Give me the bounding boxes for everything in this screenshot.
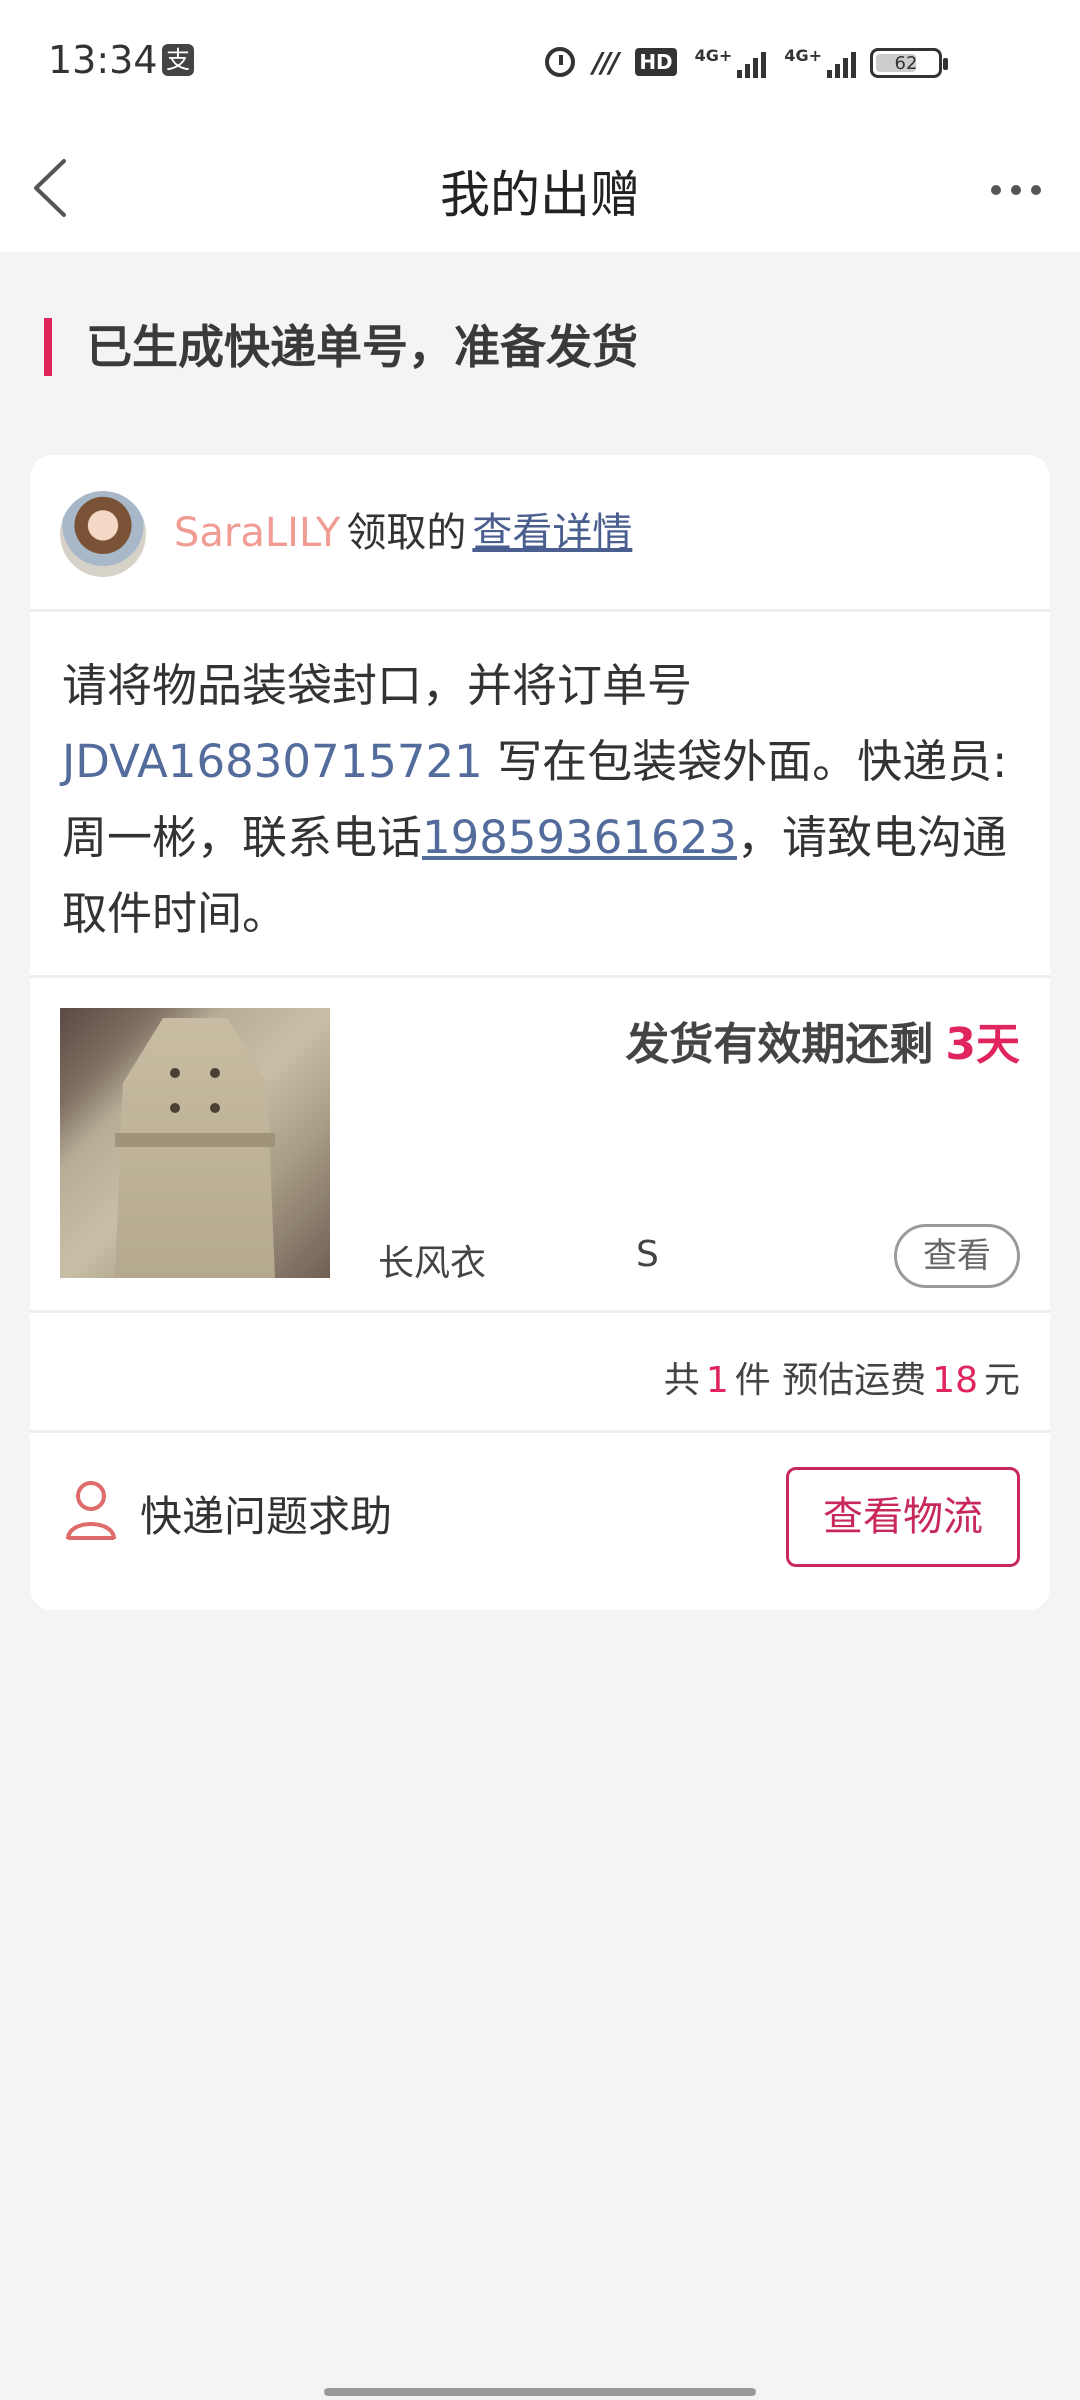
order-number: JDVA16830715721 <box>62 735 483 788</box>
signal-icon-1: 4G+ <box>695 46 767 78</box>
summary-fee-unit: 元 <box>983 1360 1020 1401</box>
receiver-line: SaraLILY 领取的 查看详情 <box>174 505 632 561</box>
alipay-icon: 支 <box>162 44 194 76</box>
receiver-row: SaraLILY 领取的 查看详情 <box>30 455 1050 612</box>
deadline-label: 发货有效期还剩 <box>625 1019 934 1070</box>
view-details-link[interactable]: 查看详情 <box>472 510 632 556</box>
status-bar: 13:34 支 /// HD 4G+ 4G+ 62 <box>0 0 1080 125</box>
help-row: 快递问题求助 查看物流 <box>30 1433 1050 1610</box>
item-name: 长风衣 <box>378 1243 487 1284</box>
receiver-username[interactable]: SaraLILY <box>174 510 340 556</box>
received-text: 领取的 <box>346 510 467 556</box>
summary-row: 共1件 预估运费 18 元 <box>30 1313 1050 1433</box>
page-title: 我的出赠 <box>440 166 640 224</box>
shipping-status-title: 已生成快递单号，准备发货 <box>44 318 638 376</box>
courier-phone-link[interactable]: 19859361623 <box>422 811 737 864</box>
avatar[interactable] <box>60 491 146 577</box>
shipping-deadline: 发货有效期还剩 3天 <box>625 1008 1020 1072</box>
network-type-label: 4G+ <box>694 46 733 65</box>
view-logistics-button[interactable]: 查看物流 <box>786 1467 1020 1567</box>
item-count: 1 <box>705 1360 729 1401</box>
donation-card: SaraLILY 领取的 查看详情 请将物品装袋封口，并将订单号 JDVA16830… <box>30 455 1050 1610</box>
signal-icon-2: 4G+ <box>784 46 856 78</box>
item-row: 发货有效期还剩 3天 长风衣 S 查看 <box>30 978 1050 1313</box>
summary-line: 共1件 预估运费 18 元 <box>664 1351 1020 1403</box>
person-icon <box>66 1481 116 1540</box>
item-size: S <box>636 1234 659 1275</box>
status-time: 13:34 <box>48 38 158 82</box>
battery-level: 62 <box>894 53 918 74</box>
deadline-days: 3天 <box>945 1019 1020 1070</box>
summary-prefix: 共 <box>663 1360 700 1401</box>
summary-count-unit: 件 预估运费 <box>734 1360 927 1401</box>
instruction-text: 请将物品装袋封口，并将订单号 <box>62 659 693 712</box>
more-icon <box>991 185 1041 195</box>
nfc-icon: /// <box>592 45 620 79</box>
item-image[interactable] <box>60 1008 330 1278</box>
more-button[interactable] <box>986 175 1046 205</box>
network-type-label: 4G+ <box>784 46 822 65</box>
battery-icon: 62 <box>870 48 948 78</box>
shipping-fee: 18 <box>932 1360 978 1401</box>
hd-icon: HD <box>635 48 677 76</box>
alarm-icon <box>544 47 575 77</box>
packing-instruction: 请将物品装袋封口，并将订单号 JDVA16830715721 写在包装袋外面。快… <box>30 612 1050 978</box>
courier-help-link[interactable]: 快递问题求助 <box>140 1483 392 1544</box>
nav-bar: 我的出赠 <box>0 125 1080 252</box>
home-indicator[interactable] <box>324 2388 756 2396</box>
view-item-button[interactable]: 查看 <box>894 1224 1020 1288</box>
